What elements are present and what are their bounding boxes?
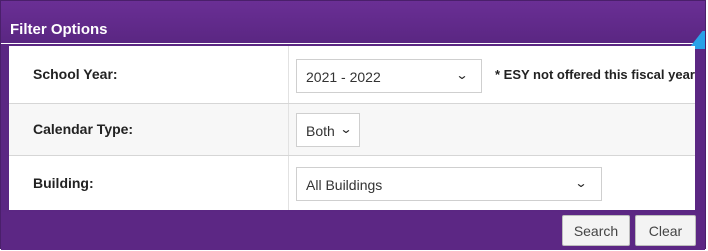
calendar-type-row: Calendar Type: Both ⌄ [9,104,695,156]
panel-header: Filter Options [1,1,705,49]
column-divider [288,46,289,103]
clear-button[interactable]: Clear [635,215,696,246]
building-select[interactable]: All Buildings ⌄ [296,167,602,201]
filter-rows: School Year: 2021 - 2022 ⌄ * ESY not off… [9,46,695,210]
school-year-row: School Year: 2021 - 2022 ⌄ * ESY not off… [9,46,695,104]
building-label: Building: [33,175,94,191]
panel-title: Filter Options [10,21,108,38]
building-value: All Buildings [306,177,383,193]
chevron-down-icon: ⌄ [339,122,353,136]
calendar-type-select[interactable]: Both ⌄ [296,113,360,147]
panel-footer: Search Clear [1,212,705,250]
calendar-type-value: Both [306,123,335,139]
calendar-type-label: Calendar Type: [33,121,134,137]
column-divider [288,104,289,155]
chevron-down-icon: ⌄ [574,176,588,190]
column-divider [288,156,289,210]
chevron-down-icon: ⌄ [455,68,469,82]
school-year-label: School Year: [33,66,118,82]
search-button[interactable]: Search [562,215,630,246]
esy-note: * ESY not offered this fiscal year [495,67,695,82]
filter-options-panel: Filter Options School Year: 2021 - 2022 … [0,0,706,250]
school-year-value: 2021 - 2022 [306,69,381,85]
building-row: Building: All Buildings ⌄ [9,156,695,210]
school-year-select[interactable]: 2021 - 2022 ⌄ [296,59,482,93]
